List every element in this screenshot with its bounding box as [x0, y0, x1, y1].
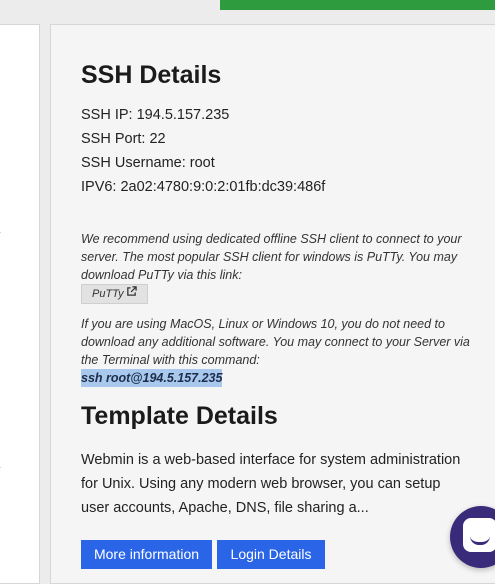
ssh-details-heading: SSH Details [81, 61, 222, 89]
terminal-instructions: If you are using MacOS, Linux or Windows… [81, 317, 470, 367]
divider [0, 232, 1, 233]
divider [0, 467, 1, 468]
template-details-heading: Template Details [81, 402, 278, 430]
putty-download-link[interactable]: PuTTy [81, 284, 148, 304]
ssh-command[interactable]: ssh root@194.5.157.235 [81, 369, 223, 387]
chat-icon-mouth [470, 536, 490, 545]
putty-label: PuTTy [92, 288, 124, 300]
ssh-ip: SSH IP: 194.5.157.235 [81, 107, 230, 123]
left-sidebar-panel [0, 24, 40, 584]
notification-banner [220, 0, 495, 10]
login-details-button[interactable]: Login Details [217, 540, 325, 569]
ssh-username: SSH Username: root [81, 155, 215, 171]
template-description: Webmin is a web-based interface for syst… [81, 452, 461, 516]
chat-icon [463, 518, 495, 552]
ssh-client-recommendation: We recommend using dedicated offline SSH… [81, 232, 462, 282]
ipv6-address: IPV6: 2a02:4780:9:0:2:01fb:dc39:486f [81, 179, 326, 195]
more-information-button[interactable]: More information [81, 540, 212, 569]
external-link-icon [126, 284, 137, 304]
ssh-port: SSH Port: 22 [81, 131, 166, 147]
